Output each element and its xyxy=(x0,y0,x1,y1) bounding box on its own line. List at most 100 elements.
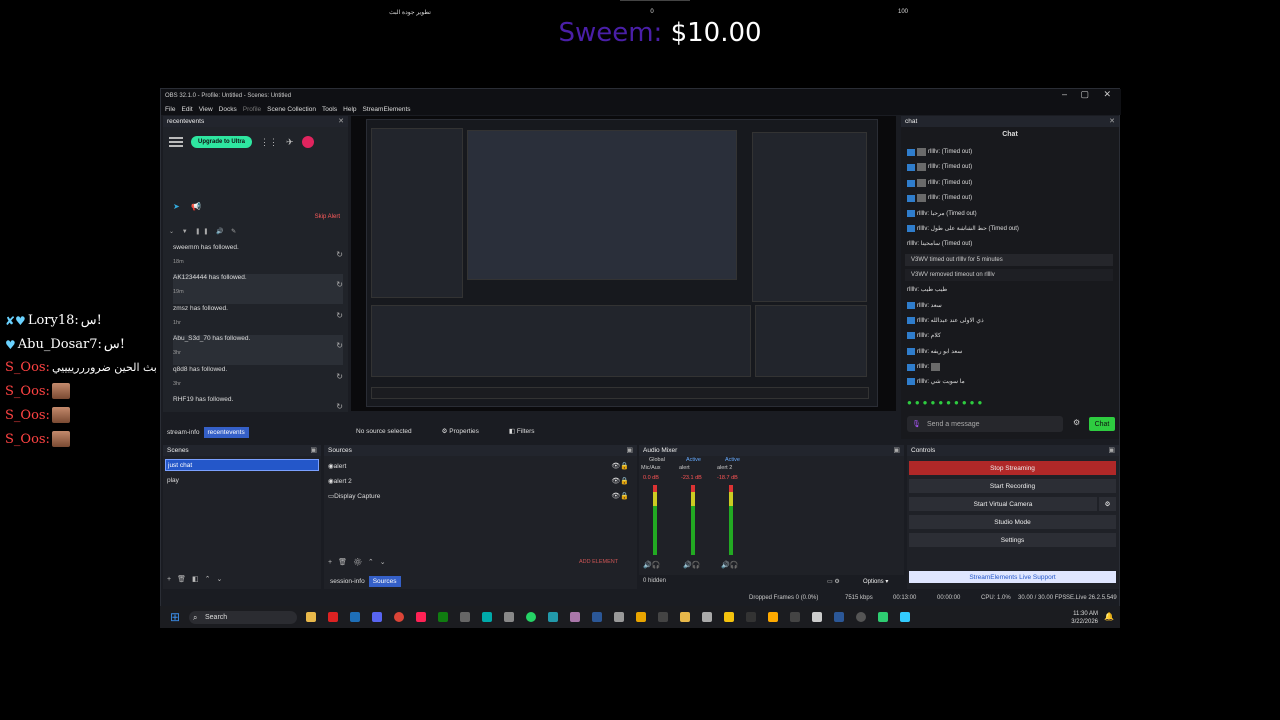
visibility-lock-icons[interactable]: 👁🔒 xyxy=(611,462,629,470)
source-toolbar-icons[interactable]: +🗑⚙⌃⌄ xyxy=(328,558,392,566)
replay-icon[interactable]: ↻ xyxy=(336,250,343,259)
whatsapp-icon[interactable] xyxy=(526,612,536,622)
tab-recentevents[interactable]: recentevents xyxy=(203,427,249,438)
app-icon[interactable] xyxy=(746,612,756,622)
speaker-icon[interactable]: 🔊🎧 xyxy=(643,561,660,569)
skip-alert-button[interactable]: Skip Alert xyxy=(315,214,340,220)
discord-icon[interactable] xyxy=(372,612,382,622)
dock-options-icon[interactable]: ▣ xyxy=(1108,446,1115,454)
filter-controls[interactable]: ⌄ ▼ ❚❚ 🔊 ✎ xyxy=(169,228,239,235)
app-icon[interactable] xyxy=(328,612,338,622)
windows-start-icon[interactable]: ⊞ xyxy=(170,610,180,624)
menu-tools[interactable]: Tools xyxy=(322,106,337,113)
speaker-icon[interactable]: 🔊🎧 xyxy=(721,561,738,569)
virtual-camera-settings-icon[interactable]: ⚙ xyxy=(1099,497,1116,511)
studio-mode-button[interactable]: Studio Mode xyxy=(909,515,1116,529)
menu-edit[interactable]: Edit xyxy=(181,106,192,113)
menu-profile[interactable]: Profile xyxy=(243,106,261,113)
chrome-icon[interactable] xyxy=(394,612,404,622)
menu-scene-collection[interactable]: Scene Collection xyxy=(267,106,316,113)
folder-icon[interactable] xyxy=(306,612,316,622)
app-icon[interactable] xyxy=(460,612,470,622)
app-icon[interactable] xyxy=(834,612,844,622)
app-icon[interactable] xyxy=(878,612,888,622)
xbox-icon[interactable] xyxy=(438,612,448,622)
avatar[interactable] xyxy=(301,136,314,148)
app-icon[interactable] xyxy=(570,612,580,622)
app-icon[interactable] xyxy=(812,612,822,622)
chat-input[interactable]: 🎙 Send a message xyxy=(907,416,1063,432)
maximize-icon[interactable]: ▢ xyxy=(1080,89,1089,100)
scene-item[interactable]: just chat xyxy=(165,459,319,471)
minimize-icon[interactable]: – xyxy=(1062,89,1067,99)
telegram-icon[interactable] xyxy=(548,612,558,622)
replay-icon[interactable]: ↻ xyxy=(336,402,343,411)
close-icon[interactable]: ✕ xyxy=(338,117,344,125)
brave-icon[interactable] xyxy=(416,612,426,622)
close-icon[interactable]: ✕ xyxy=(1109,117,1115,125)
visibility-lock-icons[interactable]: 👁🔒 xyxy=(611,492,629,500)
store-icon[interactable] xyxy=(504,612,514,622)
source-item[interactable]: ▭ Display Capture 👁🔒 xyxy=(326,490,631,502)
replay-icon[interactable]: ↻ xyxy=(336,372,343,381)
obs-icon[interactable] xyxy=(856,612,866,622)
properties-button[interactable]: ⚙ Properties xyxy=(442,427,479,435)
menu-docks[interactable]: Docks xyxy=(219,106,237,113)
app-icon[interactable] xyxy=(790,612,800,622)
notification-icon[interactable]: ✈ xyxy=(286,137,294,148)
app-icon[interactable] xyxy=(724,612,734,622)
source-item[interactable]: ◉ alert 👁🔒 xyxy=(326,460,631,472)
tab-sources[interactable]: Sources xyxy=(368,576,401,587)
app-icon[interactable] xyxy=(614,612,624,622)
app-icon[interactable] xyxy=(592,612,602,622)
emote-bar[interactable]: ●●●●●●●●●● xyxy=(907,398,985,407)
hamburger-menu-icon[interactable] xyxy=(169,137,183,147)
taskbar-search[interactable]: ⌕ Search xyxy=(189,611,297,624)
app-icon[interactable] xyxy=(658,612,668,622)
edge-icon[interactable] xyxy=(482,612,492,622)
clock[interactable]: 11:30 AM 3/22/2026 xyxy=(1071,610,1098,626)
app-icon[interactable] xyxy=(900,612,910,622)
dock-options-icon[interactable]: ▣ xyxy=(893,446,900,454)
app-icon[interactable] xyxy=(768,612,778,622)
chat-send-button[interactable]: Chat xyxy=(1089,417,1115,431)
menu-help[interactable]: Help xyxy=(343,106,356,113)
mixer-layout-icon[interactable]: ▭ ⚙ xyxy=(827,578,840,585)
speaker-icon[interactable]: 🔊🎧 xyxy=(683,561,700,569)
menu-view[interactable]: View xyxy=(199,106,213,113)
grid-icon[interactable]: ⋮⋮ xyxy=(260,137,278,148)
app-icon[interactable] xyxy=(680,612,690,622)
stop-streaming-button[interactable]: Stop Streaming xyxy=(909,461,1116,475)
source-item[interactable]: ◉ alert 2 👁🔒 xyxy=(326,475,631,487)
megaphone-icon[interactable]: 📢 xyxy=(191,202,201,211)
dock-options-icon[interactable]: ▣ xyxy=(626,446,633,454)
scene-toolbar[interactable]: +🗑◧⌃⌄ xyxy=(167,575,228,583)
visibility-lock-icons[interactable]: 👁🔒 xyxy=(611,477,629,485)
scene-item[interactable]: play xyxy=(165,474,319,486)
dock-options-icon[interactable]: ▣ xyxy=(310,446,317,454)
tab-stream-info[interactable]: stream-info xyxy=(163,427,204,438)
replay-icon[interactable]: ↻ xyxy=(336,280,343,289)
preview-canvas[interactable] xyxy=(351,116,896,411)
mic-icon[interactable]: 🎙 xyxy=(912,420,921,428)
close-icon[interactable]: ✕ xyxy=(1103,89,1111,100)
start-virtual-camera-button[interactable]: Start Virtual Camera xyxy=(909,497,1097,511)
start-recording-button[interactable]: Start Recording xyxy=(909,479,1116,493)
menu-file[interactable]: File xyxy=(165,106,175,113)
add-element-button[interactable]: ADD ELEMENT xyxy=(579,559,618,565)
tab-session-info[interactable]: session-info xyxy=(326,576,369,587)
mixer-tab[interactable]: Active xyxy=(725,457,740,463)
settings-button[interactable]: Settings xyxy=(909,533,1116,547)
gear-icon[interactable]: ⚙ xyxy=(1073,418,1080,427)
mixer-tab[interactable]: Active xyxy=(686,457,701,463)
mixer-options-button[interactable]: Options ▾ xyxy=(863,578,888,585)
upgrade-button[interactable]: Upgrade to Ultra xyxy=(191,136,253,148)
mixer-tab[interactable]: Global xyxy=(649,457,665,463)
replay-icon[interactable]: ↻ xyxy=(336,341,343,350)
replay-icon[interactable]: ↻ xyxy=(336,311,343,320)
app-icon[interactable] xyxy=(702,612,712,622)
menu-streamelements[interactable]: StreamElements xyxy=(363,106,411,113)
app-icon[interactable] xyxy=(636,612,646,622)
live-support-button[interactable]: StreamElements Live Support xyxy=(909,571,1116,583)
steam-icon[interactable] xyxy=(350,612,360,622)
